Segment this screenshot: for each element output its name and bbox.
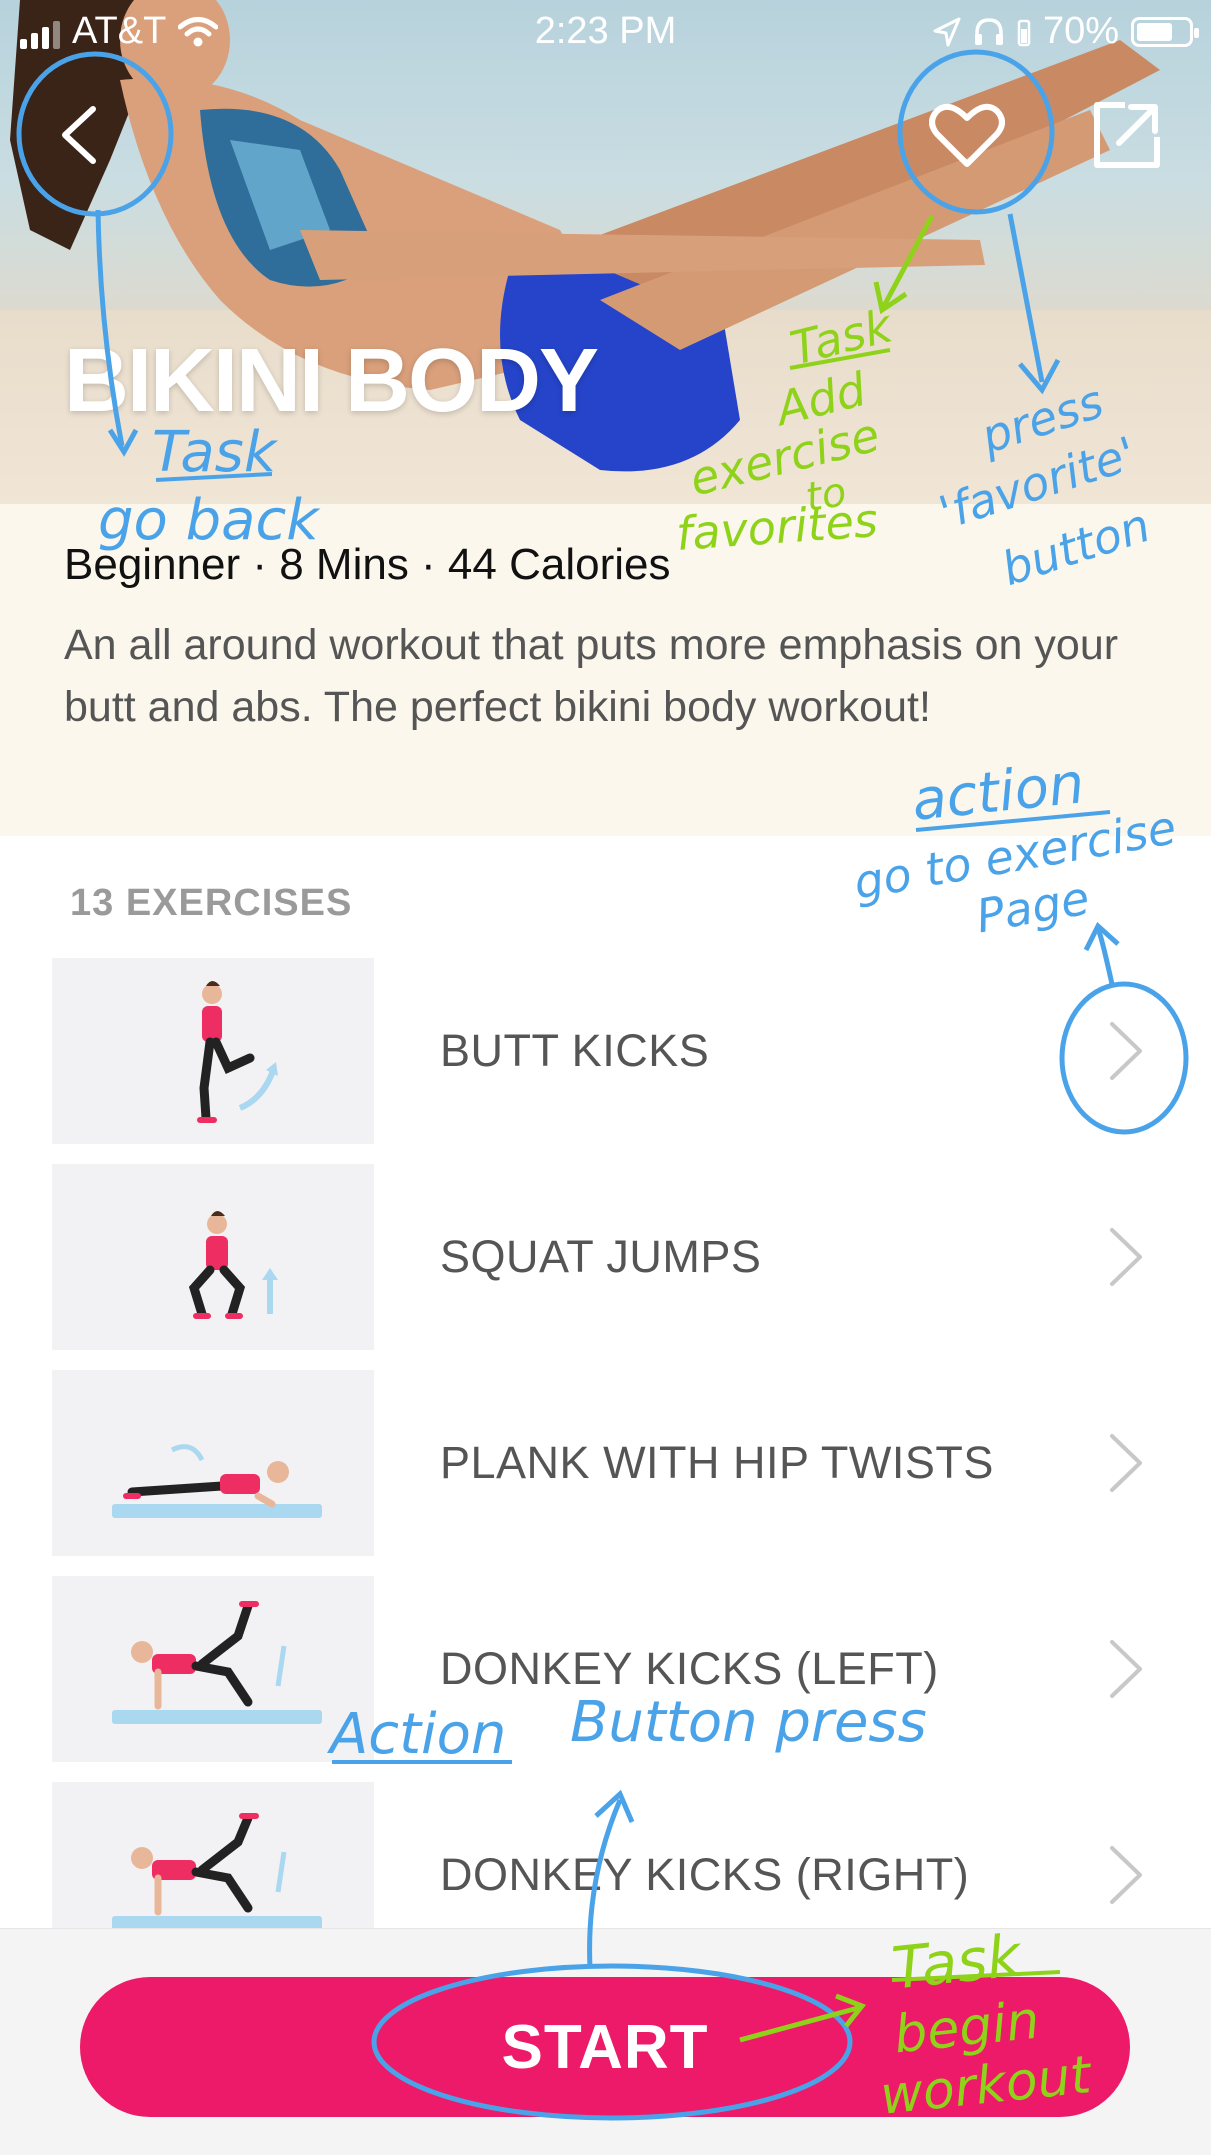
squat-jumps-illustration: [188, 1211, 278, 1319]
battery-small-icon: [1017, 19, 1031, 46]
chevron-right-icon: [1110, 1846, 1142, 1904]
chevron-right-icon: [1110, 1022, 1142, 1080]
battery-icon: [1131, 16, 1199, 47]
exercise-thumbnail: [52, 1576, 374, 1762]
exercise-thumbnail: [52, 958, 374, 1144]
exercise-row[interactable]: PLANK WITH HIP TWISTS: [0, 1370, 1211, 1560]
location-icon: [933, 17, 961, 46]
annotation-back-task: Task: [152, 420, 277, 485]
chevron-right-icon: [1110, 1228, 1142, 1286]
donkey-kicks-right-illustration: [112, 1813, 322, 1928]
back-button[interactable]: [34, 90, 124, 180]
heart-icon: [929, 103, 1005, 167]
favorite-button[interactable]: [922, 90, 1012, 180]
annotation-start-task: Task: [888, 1921, 1024, 2003]
exercise-name: SQUAT JUMPS: [440, 1231, 762, 1282]
headphones-icon: [974, 17, 1003, 45]
share-icon: [1094, 102, 1160, 168]
exercise-row[interactable]: SQUAT JUMPS: [0, 1164, 1211, 1354]
workout-title: BIKINI BODY: [64, 331, 599, 431]
exercise-list: BUTT KICKS SQUAT JUMPS PLANK WITH HIP TW…: [0, 958, 1211, 1928]
battery-percent: 70%: [1042, 10, 1119, 52]
workout-description: An all around workout that puts more emp…: [64, 621, 1119, 731]
exercise-name: DONKEY KICKS (RIGHT): [440, 1849, 970, 1900]
annotation-start-desc: Button press: [570, 1690, 927, 1755]
donkey-kicks-left-illustration: [112, 1601, 322, 1724]
annotation-back-desc: go back: [98, 488, 319, 553]
status-bar: AT&T 2:23 PM 70%: [0, 0, 1211, 62]
exercise-row[interactable]: DONKEY KICKS (RIGHT): [0, 1782, 1211, 1928]
butt-kicks-illustration: [197, 981, 278, 1123]
exercise-name: BUTT KICKS: [440, 1025, 710, 1076]
exercise-row[interactable]: BUTT KICKS: [0, 958, 1211, 1148]
chevron-right-icon: [1110, 1640, 1142, 1698]
exercise-name: PLANK WITH HIP TWISTS: [440, 1437, 994, 1488]
exercise-thumbnail: [52, 1164, 374, 1350]
share-button[interactable]: [1082, 90, 1172, 180]
chevron-right-icon: [1110, 1434, 1142, 1492]
exercise-thumbnail: [52, 1370, 374, 1556]
exercise-thumbnail: [52, 1782, 374, 1928]
plank-hip-twists-illustration: [112, 1444, 322, 1518]
battery-fill: [1137, 22, 1172, 41]
exercise-count: 13 EXERCISES: [70, 882, 353, 924]
annotation-start-action: Action: [330, 1702, 507, 1767]
chevron-left-icon: [62, 106, 96, 164]
